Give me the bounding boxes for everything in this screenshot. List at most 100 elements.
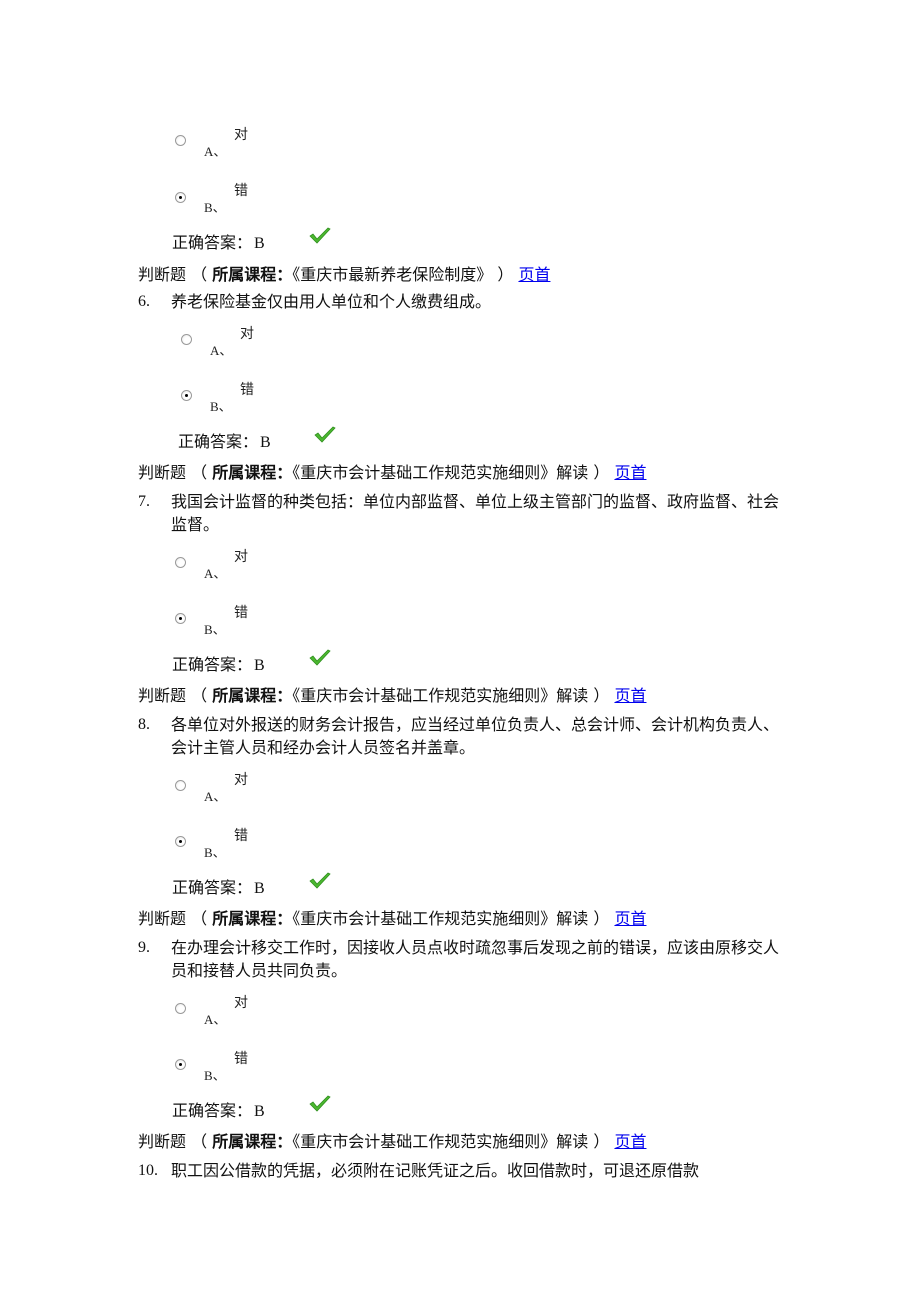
option-b-letter: B、 xyxy=(210,399,232,414)
question-8: 8. 各单位对外报送的财务会计报告，应当经过单位负责人、总会计师、会计机构负责人… xyxy=(138,713,798,761)
course-label: 所属课程： xyxy=(212,463,293,482)
radio-option-a[interactable] xyxy=(175,557,186,568)
question-meta: 判断题 （ 所属课程：《重庆市会计基础工作规范实施细则》解读 ） 页首 xyxy=(138,1128,646,1152)
checkmark-icon xyxy=(309,1095,331,1112)
question-type: 判断题 xyxy=(138,463,187,482)
course-label: 所属课程： xyxy=(212,265,293,284)
radio-option-b[interactable] xyxy=(175,192,186,203)
close-paren: ） xyxy=(593,686,610,705)
radio-option-b[interactable] xyxy=(181,390,192,401)
option-b-letter: B、 xyxy=(204,1068,226,1083)
correct-answer-label: 正确答案： xyxy=(172,233,253,252)
option-b-text: 错 xyxy=(234,828,248,844)
back-to-top-link[interactable]: 页首 xyxy=(614,909,646,928)
close-paren: ） xyxy=(593,1132,610,1151)
open-paren: （ xyxy=(191,463,208,482)
correct-answer: 正确答案： B xyxy=(172,1097,265,1121)
question-text: 养老保险基金仅由用人单位和个人缴费组成。 xyxy=(171,292,492,311)
course-label: 所属课程： xyxy=(212,686,293,705)
option-b-letter: B、 xyxy=(204,622,226,637)
question-text: 我国会计监督的种类包括：单位内部监督、单位上级主管部门的监督、政府监督、社会监督… xyxy=(171,492,780,534)
question-text: 在办理会计移交工作时，因接收人员点收时疏忽事后发现之前的错误，应该由原移交人员和… xyxy=(171,938,780,980)
question-number: 6. xyxy=(138,293,150,310)
question-meta: 判断题 （ 所属课程：《重庆市会计基础工作规范实施细则》解读 ） 页首 xyxy=(138,905,646,929)
option-a-text: 对 xyxy=(234,995,248,1011)
open-paren: （ xyxy=(191,686,208,705)
option-b-text: 错 xyxy=(240,382,254,398)
course-name: 《重庆市会计基础工作规范实施细则》解读 xyxy=(292,909,589,928)
radio-option-b[interactable] xyxy=(175,836,186,847)
correct-answer-value: B xyxy=(254,657,265,674)
question-type: 判断题 xyxy=(138,265,187,284)
course-name: 《重庆市会计基础工作规范实施细则》解读 xyxy=(292,686,589,705)
option-a-text: 对 xyxy=(234,549,248,565)
radio-option-a[interactable] xyxy=(175,135,186,146)
option-a-letter: A、 xyxy=(210,343,233,358)
correct-answer-label: 正确答案： xyxy=(178,432,259,451)
option-a-letter: A、 xyxy=(204,1012,227,1027)
question-type: 判断题 xyxy=(138,909,187,928)
close-paren: ） xyxy=(497,265,514,284)
option-a-letter: A、 xyxy=(204,789,227,804)
correct-answer: 正确答案： B xyxy=(178,428,271,452)
question-6: 6. 养老保险基金仅由用人单位和个人缴费组成。 xyxy=(138,290,798,314)
checkmark-icon xyxy=(309,227,331,244)
close-paren: ） xyxy=(593,909,610,928)
course-label: 所属课程： xyxy=(212,1132,293,1151)
question-text: 职工因公借款的凭据，必须附在记账凭证之后。收回借款时，可退还原借款 xyxy=(171,1161,700,1180)
question-number: 8. xyxy=(138,716,150,733)
radio-option-b[interactable] xyxy=(175,613,186,624)
correct-answer-value: B xyxy=(254,1103,265,1120)
checkmark-icon xyxy=(309,872,331,889)
open-paren: （ xyxy=(191,1132,208,1151)
course-name: 《重庆市最新养老保险制度》 xyxy=(292,265,493,284)
question-number: 10. xyxy=(138,1162,158,1179)
correct-answer: 正确答案： B xyxy=(172,229,265,253)
question-9: 9. 在办理会计移交工作时，因接收人员点收时疏忽事后发现之前的错误，应该由原移交… xyxy=(138,936,798,984)
back-to-top-link[interactable]: 页首 xyxy=(614,1132,646,1151)
correct-answer: 正确答案： B xyxy=(172,874,265,898)
open-paren: （ xyxy=(191,265,208,284)
correct-answer-value: B xyxy=(260,434,271,451)
correct-answer-value: B xyxy=(254,880,265,897)
question-text: 各单位对外报送的财务会计报告，应当经过单位负责人、总会计师、会计机构负责人、会计… xyxy=(171,715,780,757)
course-name: 《重庆市会计基础工作规范实施细则》解读 xyxy=(292,463,589,482)
correct-answer-label: 正确答案： xyxy=(172,655,253,674)
back-to-top-link[interactable]: 页首 xyxy=(614,463,646,482)
option-b-text: 错 xyxy=(234,605,248,621)
radio-option-a[interactable] xyxy=(175,1003,186,1014)
option-a-text: 对 xyxy=(240,326,254,342)
question-7: 7. 我国会计监督的种类包括：单位内部监督、单位上级主管部门的监督、政府监督、社… xyxy=(138,490,798,538)
question-meta: 判断题 （ 所属课程：《重庆市会计基础工作规范实施细则》解读 ） 页首 xyxy=(138,682,646,706)
question-10: 10. 职工因公借款的凭据，必须附在记账凭证之后。收回借款时，可退还原借款 xyxy=(138,1159,798,1183)
option-a-text: 对 xyxy=(234,772,248,788)
option-b-letter: B、 xyxy=(204,200,226,215)
radio-option-b[interactable] xyxy=(175,1059,186,1070)
correct-answer-label: 正确答案： xyxy=(172,878,253,897)
option-a-letter: A、 xyxy=(204,144,227,159)
correct-answer-label: 正确答案： xyxy=(172,1101,253,1120)
option-a-letter: A、 xyxy=(204,566,227,581)
question-meta: 判断题 （ 所属课程：《重庆市会计基础工作规范实施细则》解读 ） 页首 xyxy=(138,459,646,483)
back-to-top-link[interactable]: 页首 xyxy=(518,265,550,284)
question-number: 7. xyxy=(138,493,150,510)
option-b-text: 错 xyxy=(234,183,248,199)
course-label: 所属课程： xyxy=(212,909,293,928)
option-b-letter: B、 xyxy=(204,845,226,860)
radio-option-a[interactable] xyxy=(181,334,192,345)
correct-answer: 正确答案： B xyxy=(172,651,265,675)
question-meta: 判断题 （ 所属课程：《重庆市最新养老保险制度》 ） 页首 xyxy=(138,261,550,285)
question-type: 判断题 xyxy=(138,686,187,705)
question-number: 9. xyxy=(138,939,150,956)
radio-option-a[interactable] xyxy=(175,780,186,791)
back-to-top-link[interactable]: 页首 xyxy=(614,686,646,705)
checkmark-icon xyxy=(314,426,336,443)
option-b-text: 错 xyxy=(234,1051,248,1067)
correct-answer-value: B xyxy=(254,235,265,252)
question-type: 判断题 xyxy=(138,1132,187,1151)
close-paren: ） xyxy=(593,463,610,482)
open-paren: （ xyxy=(191,909,208,928)
course-name: 《重庆市会计基础工作规范实施细则》解读 xyxy=(292,1132,589,1151)
option-a-text: 对 xyxy=(234,127,248,143)
checkmark-icon xyxy=(309,649,331,666)
